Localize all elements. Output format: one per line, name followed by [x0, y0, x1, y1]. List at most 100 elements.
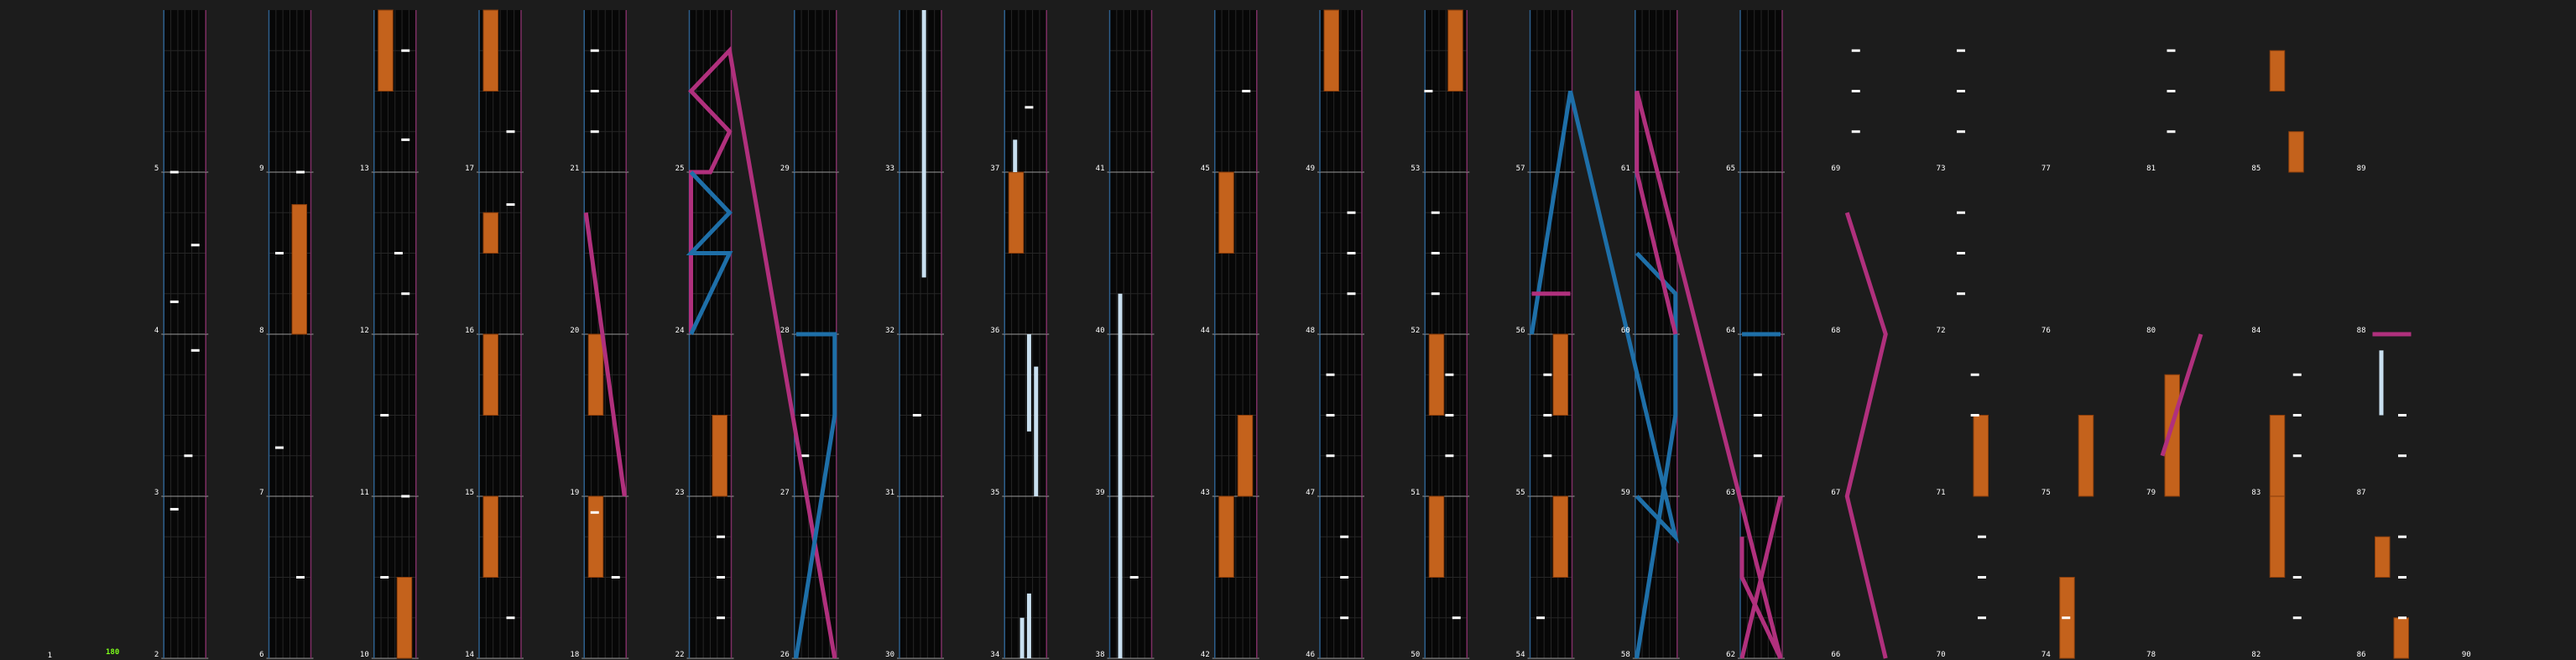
bt-note: [1957, 292, 1965, 296]
measure-label: 13: [360, 165, 369, 173]
bt-note: [1978, 535, 1986, 538]
measure-label: 87: [2357, 489, 2366, 497]
fx-hold: [482, 212, 498, 254]
fx-hold: [2269, 415, 2286, 497]
bt-note: [1424, 90, 1433, 92]
measure-label: 66: [1831, 651, 1840, 659]
fx-hold: [482, 495, 498, 578]
bt-note: [1851, 49, 1860, 52]
measure-label: 74: [2042, 651, 2051, 659]
measure-label: 49: [1306, 165, 1315, 173]
measure-label: 88: [2357, 327, 2366, 335]
fx-hold: [2078, 415, 2094, 497]
bt-hold: [1118, 293, 1123, 334]
measure-label: 71: [1937, 489, 1946, 497]
bt-note: [590, 90, 599, 92]
bt-hold: [1118, 334, 1123, 496]
bt-note: [401, 495, 410, 498]
fx-hold: [1008, 171, 1025, 254]
bt-note: [1452, 616, 1461, 620]
measure-label: 12: [360, 327, 369, 335]
measure-label: 75: [2042, 489, 2051, 497]
fx-hold: [712, 415, 727, 497]
measure-label: 58: [1621, 651, 1630, 659]
bt-note: [2398, 535, 2407, 538]
bt-note: [2292, 414, 2302, 416]
measure-label: 78: [2146, 651, 2156, 659]
measure-label: 18: [570, 651, 579, 659]
bt-note: [1025, 106, 1034, 109]
bt-note: [1445, 373, 1454, 376]
bt-note: [1129, 576, 1139, 579]
measure-label: 21: [570, 165, 579, 173]
measure-label: 32: [885, 327, 894, 335]
measure-label: 43: [1201, 489, 1210, 497]
bt-note: [1851, 90, 1860, 92]
bt-hold: [1118, 496, 1123, 658]
measure-label: 86: [2357, 651, 2366, 659]
measure-label: 30: [885, 651, 894, 659]
measure-label: 73: [1937, 165, 1946, 173]
bt-note: [1851, 130, 1860, 134]
measure-label: 47: [1306, 489, 1315, 497]
bt-note: [2398, 576, 2407, 579]
bt-note: [1242, 90, 1251, 92]
fx-hold: [587, 495, 604, 578]
measure-label: 68: [1831, 327, 1840, 335]
measure-label: 27: [780, 489, 790, 497]
measure-label: 26: [780, 651, 790, 659]
bt-note: [506, 130, 515, 134]
bt-note: [296, 170, 305, 174]
bt-note: [1543, 414, 1552, 416]
bt-note: [401, 49, 410, 52]
fx-hold: [2269, 495, 2286, 578]
fx-hold: [378, 9, 394, 92]
measure-label: 52: [1411, 327, 1420, 335]
bt-hold: [1019, 617, 1025, 658]
fx-hold: [2288, 131, 2304, 173]
bt-note: [2398, 414, 2407, 416]
bt-note: [1326, 414, 1335, 416]
measure-label: 39: [1096, 489, 1105, 497]
fx-hold: [1323, 9, 1339, 92]
bt-note: [590, 130, 599, 134]
bt-note: [1347, 252, 1356, 254]
bt-note: [1543, 373, 1552, 376]
fx-hold: [396, 577, 413, 659]
bt-note: [1543, 454, 1552, 458]
measure-label: 50: [1411, 651, 1420, 659]
bt-note: [184, 454, 193, 458]
measure-label: 10: [360, 651, 369, 659]
bt-note: [296, 576, 305, 579]
bt-hold: [921, 10, 926, 172]
measure-label: 1: [48, 652, 52, 660]
measure-label: 46: [1306, 651, 1315, 659]
bt-note: [2292, 454, 2302, 458]
bt-note: [380, 576, 389, 579]
measure-label: 60: [1621, 327, 1630, 335]
measure-label: 36: [990, 327, 999, 335]
bt-note: [2398, 616, 2407, 620]
bt-note: [1536, 616, 1545, 620]
bt-note: [169, 170, 179, 174]
measure-label: 81: [2146, 165, 2156, 173]
fx-hold: [2375, 536, 2391, 578]
bt-note: [1340, 535, 1349, 538]
measure-label: 76: [2042, 327, 2051, 335]
bt-note: [275, 446, 284, 449]
measure-label: 54: [1516, 651, 1525, 659]
fx-hold: [1428, 495, 1445, 578]
measure-label: 6: [259, 651, 263, 659]
measure-label: 40: [1096, 327, 1105, 335]
measure-label: 16: [465, 327, 474, 335]
bt-note: [1753, 373, 1762, 376]
bt-note: [1978, 576, 1986, 579]
bt-hold: [2379, 350, 2384, 416]
measure-label: 56: [1516, 327, 1525, 335]
measure-label: 37: [990, 165, 999, 173]
measure-label: 53: [1411, 165, 1420, 173]
measure-label: 29: [780, 165, 790, 173]
lasers-layer: [583, 45, 2412, 660]
bt-note: [800, 373, 810, 376]
bt-hold: [1026, 593, 1031, 658]
